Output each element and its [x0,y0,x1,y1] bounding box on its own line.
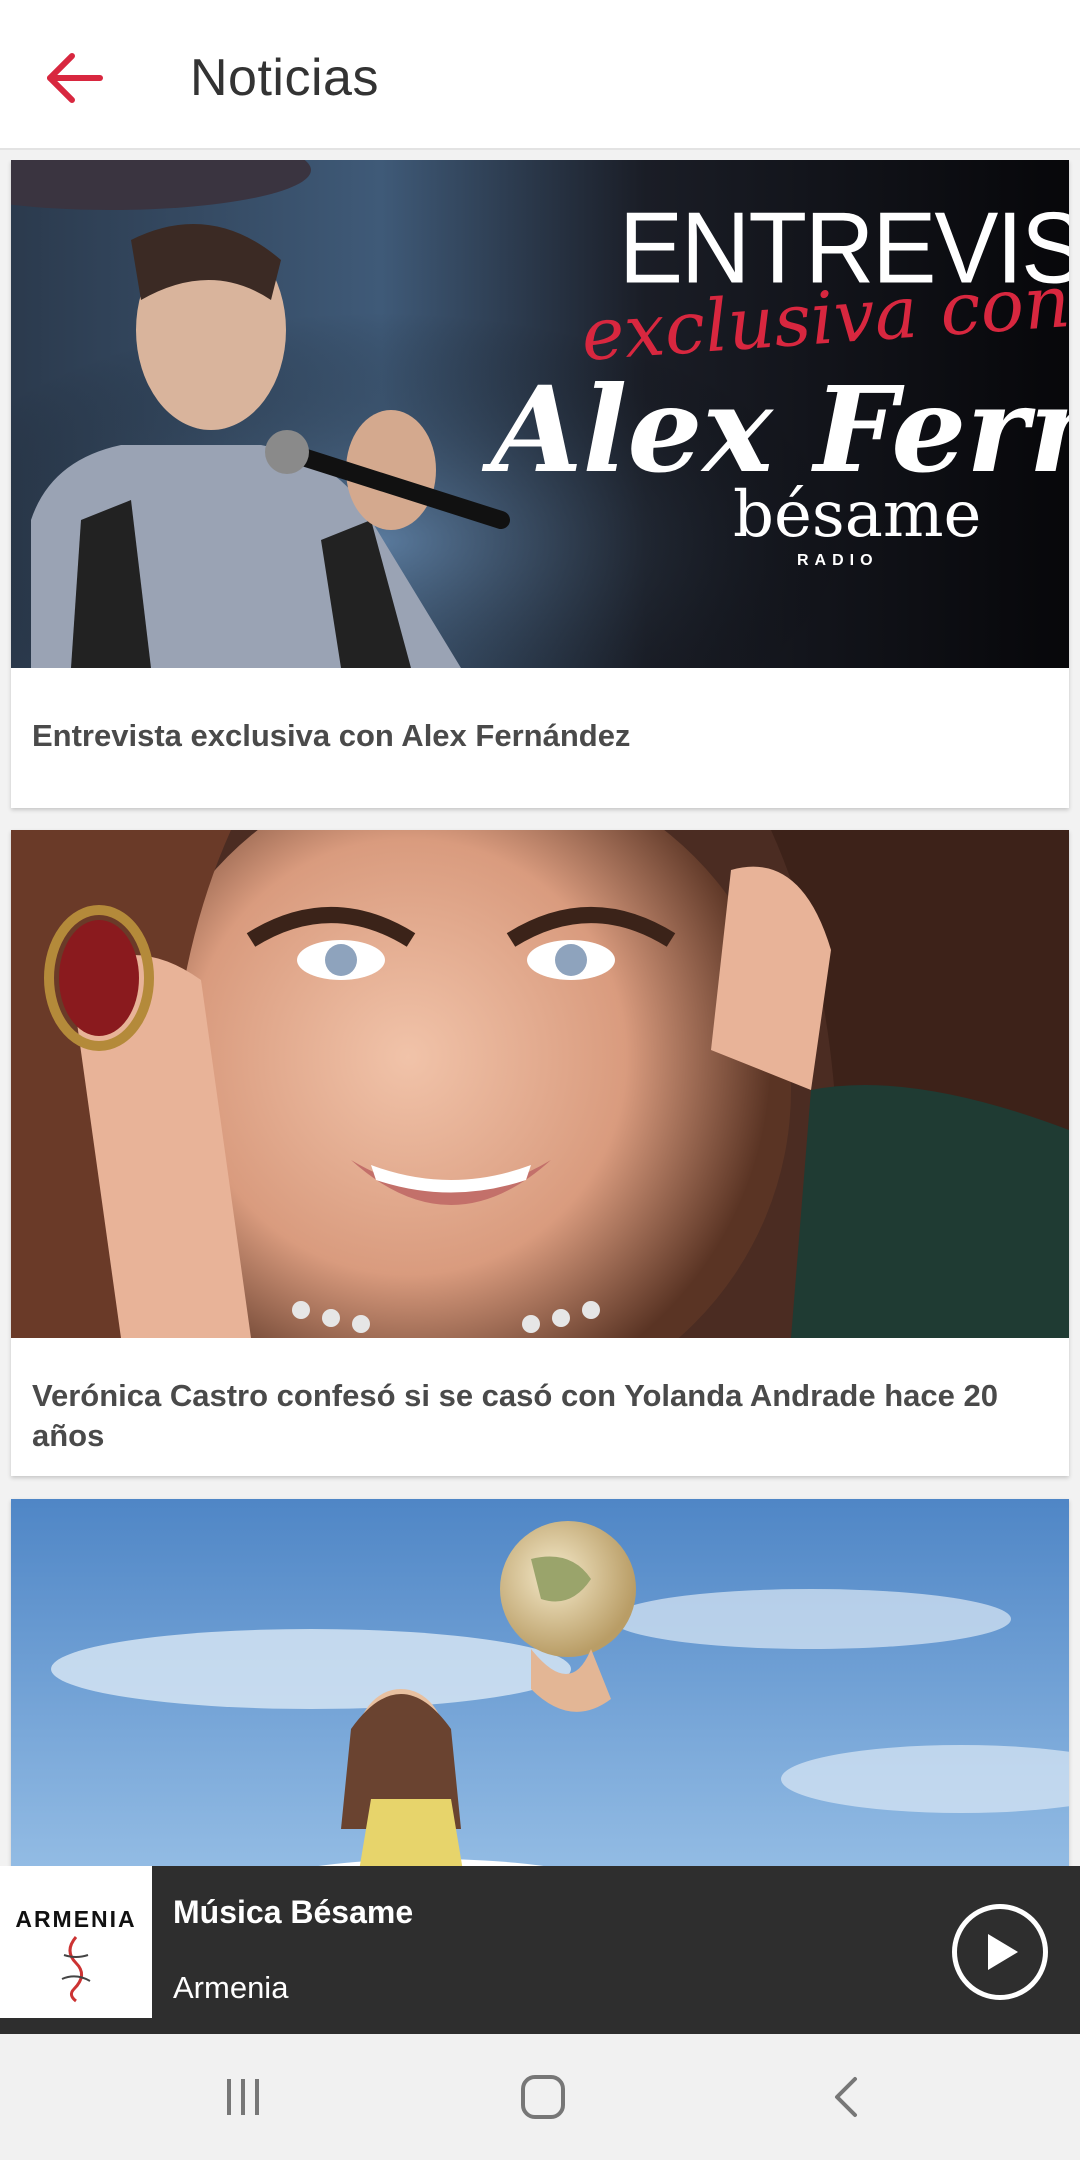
page-title: Noticias [190,49,379,107]
brand-sub: RADIO [797,552,879,569]
news-caption[interactable]: Verónica Castro confesó si se casó con Y… [32,1376,1049,1456]
play-button[interactable] [952,1904,1048,2000]
news-card[interactable] [11,1499,1069,1868]
news-card[interactable]: Verónica Castro confesó si se casó con Y… [11,830,1069,1476]
player-title: Música Bésame [173,1894,414,1930]
station-logo-figure-icon [61,1936,91,2003]
news-feed[interactable]: ENTREVISTA exclusiva con Alex Fernánd bé… [0,160,1080,1868]
system-navigation-bar [0,2034,1080,2160]
station-logo: ARMENIA [0,1866,152,2018]
mini-player[interactable]: ARMENIA Música Bésame Armenia [0,1866,1080,2034]
play-icon [988,1934,1018,1970]
app-bar: Noticias [0,0,1080,150]
news-caption[interactable]: Entrevista exclusiva con Alex Fernández [32,716,1049,756]
brand-logo: bésame [733,478,982,552]
arrow-left-icon [47,53,103,103]
back-chevron-icon [835,2077,857,2117]
recents-icon [227,2079,259,2115]
player-subtitle: Armenia [173,1970,289,2005]
system-back-button[interactable] [812,2062,882,2132]
news-image[interactable] [11,1499,1069,1868]
home-button[interactable] [508,2062,578,2132]
station-logo-text: ARMENIA [15,1906,137,1932]
news-card[interactable]: ENTREVISTA exclusiva con Alex Fernánd bé… [11,160,1069,808]
back-button[interactable] [38,42,110,114]
news-image[interactable]: ENTREVISTA exclusiva con Alex Fernánd bé… [11,160,1069,668]
news-image[interactable] [11,830,1069,1338]
recents-button[interactable] [208,2062,278,2132]
home-icon [521,2075,565,2119]
